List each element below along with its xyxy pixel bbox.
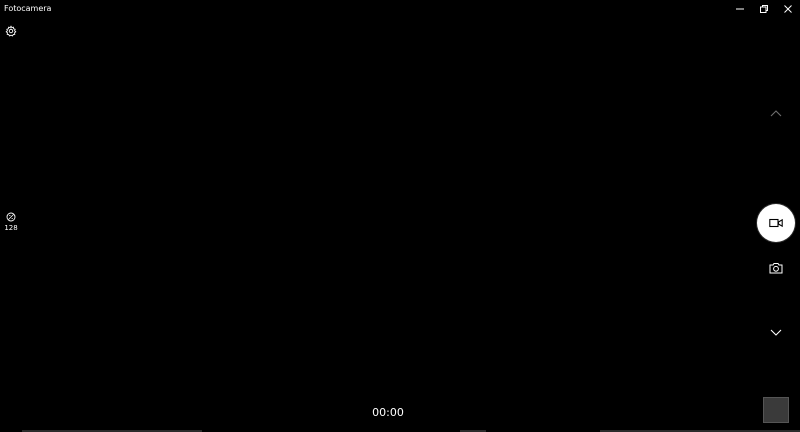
gear-icon <box>5 25 17 37</box>
close-icon <box>784 5 792 13</box>
chevron-down-icon <box>770 329 782 336</box>
camera-icon <box>769 263 783 274</box>
minimize-icon <box>736 8 744 10</box>
camera-window: Fotocamera 128 00:00 <box>0 0 800 432</box>
iso-icon <box>6 212 16 222</box>
minimize-button[interactable] <box>728 0 752 18</box>
mode-up-button[interactable] <box>766 106 786 120</box>
app-title: Fotocamera <box>4 4 52 13</box>
settings-button[interactable] <box>3 23 19 39</box>
chevron-up-icon <box>770 110 782 117</box>
close-button[interactable] <box>776 0 800 18</box>
restore-icon <box>760 5 768 13</box>
video-camera-icon <box>769 218 783 228</box>
exposure-indicator[interactable]: 128 <box>2 212 20 233</box>
title-bar: Fotocamera <box>0 0 800 18</box>
photo-mode-button[interactable] <box>766 260 786 276</box>
restore-button[interactable] <box>752 0 776 18</box>
gallery-thumbnail[interactable] <box>763 397 789 423</box>
record-video-button[interactable] <box>757 204 795 242</box>
mode-down-button[interactable] <box>766 326 786 340</box>
recording-timer: 00:00 <box>372 406 404 419</box>
iso-value: 128 <box>4 224 18 232</box>
